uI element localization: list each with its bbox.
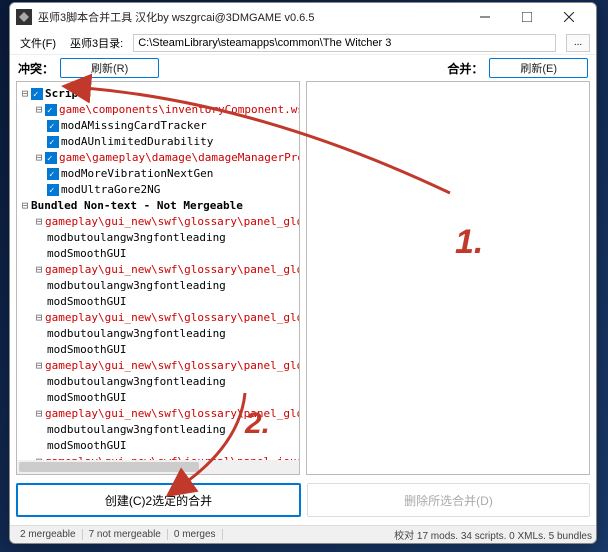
checkbox-checked-icon[interactable] bbox=[45, 104, 57, 116]
tree-mod[interactable]: modbutoulangw3ngfontleading bbox=[47, 231, 226, 244]
toolbar: 冲突： 刷新(R) 合并： 刷新(E) bbox=[10, 55, 596, 81]
tree-file[interactable]: gameplay\gui_new\swf\glossary\panel_glos… bbox=[45, 215, 300, 228]
create-merge-button[interactable]: 创建(C)2选定的合并 bbox=[16, 483, 301, 517]
tree-mod[interactable]: modbutoulangw3ngfontleading bbox=[47, 423, 226, 436]
app-icon bbox=[16, 9, 32, 25]
tree-group[interactable]: Bundled Non-text - Not Mergeable bbox=[31, 199, 243, 212]
tree-group[interactable]: Scripts bbox=[45, 87, 91, 100]
tree-mod[interactable]: modAMissingCardTracker bbox=[61, 119, 207, 132]
refresh-e-button[interactable]: 刷新(E) bbox=[489, 58, 588, 78]
window-title: 巫师3脚本合并工具 汉化by wszgrcai@3DMGAME v0.6.5 bbox=[38, 9, 464, 25]
collapse-icon[interactable]: ⊟ bbox=[33, 262, 45, 278]
dir-label: 巫师3目录: bbox=[70, 35, 123, 51]
status-mergeable: 2 mergeable bbox=[14, 529, 83, 540]
tree-mod[interactable]: modSmoothGUI bbox=[47, 439, 126, 452]
main-window: 巫师3脚本合并工具 汉化by wszgrcai@3DMGAME v0.6.5 文… bbox=[9, 2, 597, 544]
merge-label: 合并： bbox=[447, 60, 483, 77]
collapse-icon[interactable]: ⊟ bbox=[33, 214, 45, 230]
tree-mod[interactable]: modbutoulangw3ngfontleading bbox=[47, 279, 226, 292]
collapse-icon[interactable]: ⊟ bbox=[33, 358, 45, 374]
status-not-mergeable: 7 not mergeable bbox=[83, 529, 168, 540]
delete-merge-button: 删除所选合并(D) bbox=[307, 483, 590, 517]
tree-file[interactable]: game\components\inventoryComponent.ws bbox=[59, 103, 300, 116]
tree-mod[interactable]: modSmoothGUI bbox=[47, 343, 126, 356]
checkbox-checked-icon[interactable] bbox=[45, 152, 57, 164]
tree-mod[interactable]: modUltraGore2NG bbox=[61, 183, 160, 196]
collapse-icon[interactable]: ⊟ bbox=[19, 86, 31, 102]
tree-mod[interactable]: modAUnlimitedDurability bbox=[61, 135, 213, 148]
conflict-label: 冲突： bbox=[18, 60, 54, 77]
menu-file[interactable]: 文件(F) bbox=[16, 33, 60, 53]
tree-mod[interactable]: modSmoothGUI bbox=[47, 391, 126, 404]
tree-mod[interactable]: modbutoulangw3ngfontleading bbox=[47, 375, 226, 388]
checkbox-checked-icon[interactable] bbox=[47, 136, 59, 148]
tree-file[interactable]: game\gameplay\damage\damageManagerProces… bbox=[59, 151, 300, 164]
tree-file[interactable]: gameplay\gui_new\swf\glossary\panel_glos… bbox=[45, 407, 300, 420]
refresh-r-button[interactable]: 刷新(R) bbox=[60, 58, 159, 78]
menubar: 文件(F) 巫师3目录: ... bbox=[10, 31, 596, 55]
collapse-icon[interactable]: ⊟ bbox=[19, 198, 31, 214]
tree-mod[interactable]: modbutoulangw3ngfontleading bbox=[47, 327, 226, 340]
maximize-button[interactable] bbox=[506, 3, 548, 31]
checkbox-checked-icon[interactable] bbox=[47, 184, 59, 196]
collapse-icon[interactable]: ⊟ bbox=[33, 406, 45, 422]
checkbox-checked-icon[interactable] bbox=[47, 168, 59, 180]
tree-mod[interactable]: modSmoothGUI bbox=[47, 295, 126, 308]
titlebar[interactable]: 巫师3脚本合并工具 汉化by wszgrcai@3DMGAME v0.6.5 bbox=[10, 3, 596, 31]
tree-file[interactable]: gameplay\gui_new\swf\glossary\panel_glos… bbox=[45, 311, 300, 324]
tree-file[interactable]: gameplay\gui_new\swf\glossary\panel_glos… bbox=[45, 359, 300, 372]
status-summary: 校对 17 mods. 34 scripts. 0 XMLs. 5 bundle… bbox=[394, 527, 592, 542]
close-button[interactable] bbox=[548, 3, 590, 31]
path-input[interactable] bbox=[133, 34, 556, 52]
scrollbar-thumb[interactable] bbox=[19, 462, 199, 472]
checkbox-checked-icon[interactable] bbox=[47, 120, 59, 132]
collapse-icon[interactable]: ⊟ bbox=[33, 150, 45, 166]
conflicts-tree: ⊟Scripts ⊟game\components\inventoryCompo… bbox=[17, 82, 299, 475]
tree-mod[interactable]: modSmoothGUI bbox=[47, 247, 126, 260]
collapse-icon[interactable]: ⊟ bbox=[33, 102, 45, 118]
statusbar: 2 mergeable 7 not mergeable 0 merges 校对 … bbox=[10, 525, 596, 543]
status-merges: 0 merges bbox=[168, 529, 223, 540]
conflicts-panel[interactable]: ⊟Scripts ⊟game\components\inventoryCompo… bbox=[16, 81, 300, 475]
collapse-icon[interactable]: ⊟ bbox=[33, 310, 45, 326]
tree-mod[interactable]: modMoreVibrationNextGen bbox=[61, 167, 213, 180]
minimize-button[interactable] bbox=[464, 3, 506, 31]
browse-button[interactable]: ... bbox=[566, 34, 590, 52]
horizontal-scrollbar[interactable] bbox=[17, 460, 299, 474]
merges-panel[interactable] bbox=[306, 81, 590, 475]
checkbox-checked-icon[interactable] bbox=[31, 88, 43, 100]
tree-file[interactable]: gameplay\gui_new\swf\glossary\panel_glos… bbox=[45, 263, 300, 276]
